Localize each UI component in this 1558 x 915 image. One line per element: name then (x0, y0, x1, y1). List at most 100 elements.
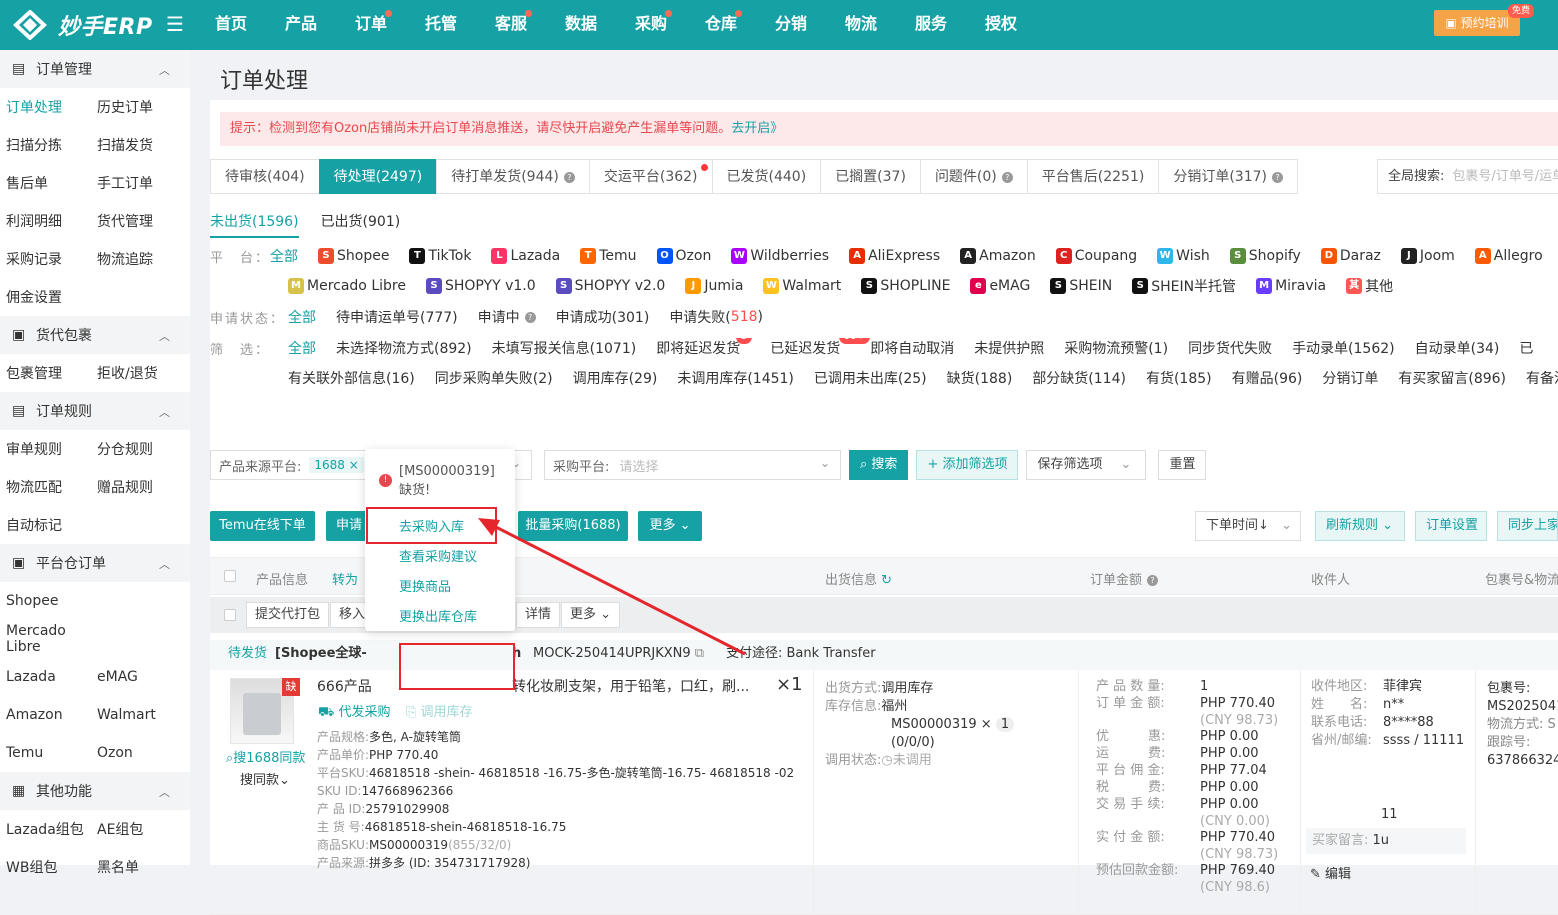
sidebar-section-1[interactable]: ▣ 货代包裹 ︿ (0, 316, 190, 354)
sidebar-item[interactable]: 自动标记 (0, 515, 91, 535)
nav-item-8[interactable]: 分销 (756, 0, 826, 50)
platform-shopee[interactable]: S Shopee (318, 248, 389, 264)
search-1688-link[interactable]: ⌕搜1688同款 (226, 750, 305, 768)
filter-item[interactable]: 即将自动取消 (870, 338, 954, 358)
logo[interactable]: 妙手ERP (10, 6, 153, 44)
nav-item-0[interactable]: 首页 (196, 0, 266, 50)
search-same-link[interactable]: 搜同款⌄ (240, 772, 290, 790)
nav-item-4[interactable]: 客服 (476, 0, 546, 50)
notice-link[interactable]: 去开启》 (731, 121, 783, 136)
sidebar-section-2[interactable]: ▤ 订单规则 ︿ (0, 392, 190, 430)
sidebar-item[interactable]: 包裹管理 (0, 363, 91, 383)
sidebar-item[interactable]: 物流追踪 (91, 249, 182, 269)
chevron-up-icon[interactable]: ︿ (159, 556, 170, 572)
reset-button[interactable]: 重置 (1158, 450, 1207, 480)
platform-shopyy-v1-0[interactable]: S SHOPYY v1.0 (425, 278, 536, 294)
tab-3[interactable]: 交运平台(362) (588, 159, 713, 194)
tab-7[interactable]: 平台售后(2251) (1026, 159, 1160, 194)
nav-item-7[interactable]: 仓库 (686, 0, 756, 50)
platform-wish[interactable]: W Wish (1157, 248, 1210, 264)
filter-item[interactable]: 分销订单 (1322, 368, 1378, 388)
sidebar-item[interactable]: Amazon (0, 707, 91, 723)
replace-product-link[interactable]: 更换商品 (399, 576, 451, 595)
sidebar-item[interactable]: 货代管理 (91, 211, 182, 231)
platform-walmart[interactable]: W Walmart (763, 278, 841, 294)
platform-amazon[interactable]: A Amazon (960, 248, 1036, 264)
filter-item[interactable]: 未填写报关信息(1071) (492, 338, 637, 358)
platform-coupang[interactable]: C Coupang (1055, 248, 1137, 264)
apply-status-item[interactable]: 全部 (288, 307, 316, 327)
sidebar-section-0[interactable]: ▤ 订单管理 ︿ (0, 50, 190, 88)
tab-6[interactable]: 问题件(0)? (919, 159, 1028, 194)
apply-status-item[interactable]: 申请中? (478, 307, 536, 327)
row-checkbox[interactable] (224, 609, 236, 621)
nav-item-5[interactable]: 数据 (546, 0, 616, 50)
platform-temu[interactable]: T Temu (580, 248, 637, 264)
filter-item[interactable]: 有关联外部信息(16) (288, 368, 415, 388)
subtab-1[interactable]: 已出货(901) (321, 211, 401, 238)
filter-item[interactable]: 已 (1519, 338, 1533, 358)
sidebar-item[interactable]: Temu (0, 745, 91, 761)
filter-item[interactable]: 全部 (288, 338, 316, 358)
filter-item[interactable]: 同步货代失败 (1188, 338, 1272, 358)
order-settings-button[interactable]: 订单设置 (1415, 511, 1487, 541)
col-convert[interactable]: 转为 (332, 569, 358, 588)
sidebar-item[interactable]: AE组包 (91, 819, 182, 839)
edit-link[interactable]: ✎ 编辑 (1310, 866, 1351, 884)
chevron-up-icon[interactable]: ︿ (159, 404, 170, 420)
sidebar-item[interactable]: WB组包 (0, 857, 91, 877)
platform-shopyy-v2-0[interactable]: S SHOPYY v2.0 (555, 278, 665, 294)
filter-item[interactable]: 未调用库存(1451) (677, 368, 794, 388)
booking-training-button[interactable]: ▣ 预约培训 (1434, 10, 1520, 36)
sidebar-item[interactable]: Walmart (91, 707, 182, 723)
sidebar-item[interactable]: 分仓规则 (91, 439, 182, 459)
sidebar-section-3[interactable]: ▣ 平台仓订单 ︿ (0, 544, 190, 582)
use-stock-link[interactable]: ⎘ 调用库存 (406, 704, 473, 722)
platform-allegro[interactable]: A Allegro (1474, 248, 1543, 264)
apply-status-item[interactable]: 申请失败(518) (669, 307, 763, 327)
nav-item-9[interactable]: 物流 (826, 0, 896, 50)
nav-item-1[interactable]: 产品 (266, 0, 336, 50)
sidebar-item[interactable]: 利润明细 (0, 211, 91, 231)
nav-item-3[interactable]: 托管 (406, 0, 476, 50)
platform-jumia[interactable]: J Jumia (685, 278, 743, 294)
nav-item-11[interactable]: 授权 (966, 0, 1036, 50)
filter-item[interactable]: 有备注(11 (1526, 368, 1558, 388)
tab-4[interactable]: 已发货(440) (711, 159, 822, 194)
sidebar-item[interactable]: 手工订单 (91, 173, 182, 193)
platform-aliexpress[interactable]: A AliExpress (849, 248, 940, 264)
sidebar-item[interactable]: Lazada组包 (0, 819, 91, 839)
sidebar-item[interactable]: 赠品规则 (91, 477, 182, 497)
platform-daraz[interactable]: D Daraz (1320, 248, 1381, 264)
purchase-platform-select[interactable]: 采购平台: 请选择 ⌄ (544, 450, 841, 480)
add-filter-button[interactable]: + 添加筛选项 (916, 450, 1019, 480)
platform-mercado-libre[interactable]: M Mercado Libre (288, 278, 406, 294)
platform-all[interactable]: 全部 (270, 246, 298, 266)
chevron-up-icon[interactable]: ︿ (159, 328, 170, 344)
platform-wildberries[interactable]: W Wildberries (731, 248, 829, 264)
chevron-up-icon[interactable]: ︿ (159, 62, 170, 78)
sidebar-item[interactable]: 历史订单 (91, 97, 182, 117)
filter-item[interactable]: 已延迟发货99+ (770, 338, 871, 358)
sidebar-item[interactable]: 售后单 (0, 173, 91, 193)
menu-toggle-icon[interactable]: ☰ (166, 12, 184, 36)
nav-item-10[interactable]: 服务 (896, 0, 966, 50)
filter-item[interactable]: 缺货(188) (947, 368, 1013, 388)
filter-item[interactable]: 同步采购单失败(2) (435, 368, 553, 388)
sort-select[interactable]: 下单时间↓ ⌄ (1195, 511, 1301, 541)
sidebar-item[interactable]: 物流匹配 (0, 477, 91, 497)
platform-shopline[interactable]: S SHOPLINE (861, 278, 950, 294)
filter-item[interactable]: 采购物流预警(1) (1064, 338, 1168, 358)
filter-item[interactable]: 即将延迟发货5 (656, 338, 753, 358)
sidebar-item[interactable]: 扫描分拣 (0, 135, 91, 155)
filter-item[interactable]: 已调用未出库(25) (814, 368, 927, 388)
filter-item[interactable]: 未提供护照 (974, 338, 1044, 358)
filter-item[interactable]: 有货(185) (1146, 368, 1212, 388)
sidebar-item[interactable]: 拒收/退货 (91, 363, 182, 383)
change-warehouse-link[interactable]: 更换出库仓库 (399, 606, 477, 625)
tab-1[interactable]: 待处理(2497) (318, 159, 438, 194)
filter-item[interactable]: 有买家留言(896) (1398, 368, 1506, 388)
platform-shopify[interactable]: S Shopify (1229, 248, 1301, 264)
tab-8[interactable]: 分销订单(317)? (1158, 159, 1298, 194)
nav-item-2[interactable]: 订单 (336, 0, 406, 50)
